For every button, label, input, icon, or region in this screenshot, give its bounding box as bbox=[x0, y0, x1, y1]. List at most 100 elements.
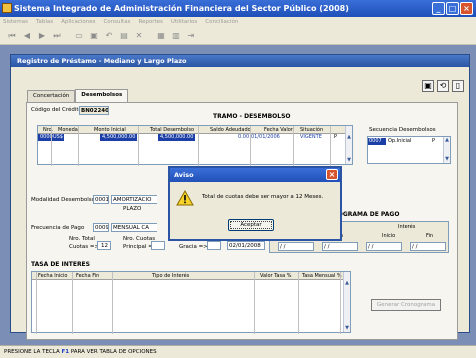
app-icon bbox=[2, 3, 12, 13]
col-moneda: Moneda bbox=[58, 127, 78, 133]
menu-item-conciliacion[interactable]: Conciliación bbox=[205, 17, 238, 27]
codigo-field[interactable]: BN02240 bbox=[79, 106, 109, 115]
generar-cronograma-button[interactable]: Generar Cronograma bbox=[371, 299, 441, 311]
col-fecha-valor: Fecha Valor bbox=[264, 127, 293, 133]
save-form-icon[interactable]: ▣ bbox=[422, 80, 434, 92]
col-tipo-interes: Tipo de Interés bbox=[152, 273, 190, 279]
refresh-icon[interactable]: ⟲ bbox=[437, 80, 449, 92]
dialog-title: Aviso bbox=[174, 171, 194, 179]
tramo-grid[interactable]: Nro. Moneda Monto Inicial Total Desembol… bbox=[37, 125, 353, 166]
cell-total-desembolso[interactable]: 4,500,000.00 bbox=[158, 134, 196, 141]
modalidad-field-line2: PLAZO bbox=[123, 206, 142, 212]
form-actions: ▣ ⟲ ▯ bbox=[422, 80, 464, 92]
menu-item-tablas[interactable]: Tablas bbox=[36, 17, 53, 27]
cronograma-principal-inicio[interactable]: / / bbox=[278, 242, 314, 251]
cuotas-principal-field[interactable] bbox=[151, 241, 165, 250]
cell-flag[interactable]: P bbox=[334, 134, 337, 141]
scroll-down-icon[interactable]: ▼ bbox=[444, 156, 450, 163]
secuencia-title: Secuencia Desembolsos bbox=[369, 127, 436, 133]
dialog-close-button[interactable]: × bbox=[326, 169, 338, 180]
secuencia-flag[interactable]: P bbox=[432, 138, 435, 145]
scroll-down-icon[interactable]: ▼ bbox=[346, 157, 352, 164]
aceptar-button[interactable]: Aceptar bbox=[228, 219, 274, 231]
secuencia-tipo[interactable]: Op.Inicial bbox=[388, 138, 411, 145]
cronograma-interes-inicio[interactable]: / / bbox=[366, 242, 402, 251]
window-controls: _ □ × bbox=[432, 2, 473, 15]
cronograma-principal-fin[interactable]: / / bbox=[322, 242, 358, 251]
close-button[interactable]: × bbox=[460, 2, 473, 15]
frecuencia-label: Frecuencia de Pago bbox=[31, 225, 85, 231]
previous-record-icon[interactable]: ◀ bbox=[21, 30, 33, 42]
secuencia-scrollbar[interactable]: ▲ ▼ bbox=[443, 137, 450, 163]
cell-saldo[interactable]: 0.00 bbox=[238, 134, 249, 141]
save-icon[interactable]: ▣ bbox=[88, 30, 100, 42]
status-key: F1 bbox=[61, 349, 70, 355]
status-bar: PRESIONE LA TECLA F1 PARA VER TABLA DE O… bbox=[0, 345, 476, 358]
next-record-icon[interactable]: ▶ bbox=[36, 30, 48, 42]
frecuencia-code-field[interactable]: 0009 bbox=[93, 223, 109, 232]
tramo-title: TRAMO - DESEMBOLSO bbox=[213, 113, 291, 120]
scroll-up-icon[interactable]: ▲ bbox=[346, 134, 352, 141]
first-record-icon[interactable]: ⏮ bbox=[6, 30, 18, 42]
menu-item-consultas[interactable]: Consultas bbox=[103, 17, 130, 27]
secuencia-code[interactable]: 0007 bbox=[369, 138, 382, 145]
gracia-label: Gracia => bbox=[179, 244, 208, 250]
menu-item-utilitarios[interactable]: Utilitarios bbox=[171, 17, 197, 27]
cell-moneda[interactable]: US$ bbox=[53, 134, 63, 141]
exit-icon[interactable]: ⇥ bbox=[185, 30, 197, 42]
col-fecha-inicio: Fecha Inicio bbox=[38, 273, 68, 279]
scroll-up-icon[interactable]: ▲ bbox=[444, 137, 450, 144]
codigo-label: Código del Crédito bbox=[31, 107, 82, 113]
status-prefix: PRESIONE LA TECLA bbox=[4, 349, 60, 355]
col-valor-tasa: Valor Tasa % bbox=[260, 273, 292, 279]
toolbar: ⏮ ◀ ▶ ⏭ ▭ ▣ ↶ ▤ ✕ ▦ ▥ ⇥ bbox=[0, 27, 476, 45]
col-monto-inicial: Monto Inicial bbox=[94, 127, 126, 133]
scroll-down-icon[interactable]: ▼ bbox=[344, 325, 350, 332]
form-tabs: Concertación Desembolsos bbox=[27, 89, 129, 102]
col-tasa-mensual: Tasa Mensual % bbox=[302, 273, 342, 279]
cell-monto-inicial[interactable]: 4,500,000.00 bbox=[100, 134, 138, 141]
last-record-icon[interactable]: ⏭ bbox=[51, 30, 63, 42]
print-icon[interactable]: ▤ bbox=[118, 30, 130, 42]
tramo-grid-scrollbar[interactable]: ▲ ▼ bbox=[345, 126, 352, 164]
dialog-title-bar: Aviso × bbox=[170, 168, 340, 182]
undo-icon[interactable]: ↶ bbox=[103, 30, 115, 42]
col-fecha-fin: Fecha Fin bbox=[76, 273, 100, 279]
status-suffix: PARA VER TABLA DE OPCIONES bbox=[70, 349, 157, 355]
exit-form-icon[interactable]: ▯ bbox=[452, 80, 464, 92]
cuotas-gracia-field[interactable] bbox=[207, 241, 221, 250]
cronograma-col-interes: Interés bbox=[398, 224, 416, 230]
cronograma-interes-fin[interactable]: / / bbox=[410, 242, 446, 251]
fecha-inicio-field[interactable]: 02/01/2008 bbox=[227, 241, 265, 250]
delete-icon[interactable]: ✕ bbox=[133, 30, 145, 42]
tasa-grid-scrollbar[interactable]: ▲ ▼ bbox=[343, 272, 350, 332]
cuotas-field[interactable]: 12 bbox=[97, 241, 111, 250]
cell-fecha-valor[interactable]: 01/01/2006 bbox=[251, 134, 280, 141]
tab-concertacion[interactable]: Concertación bbox=[27, 90, 76, 102]
cuotas-label: Cuotas => bbox=[69, 244, 100, 250]
modalidad-label: Modalidad Desembolso bbox=[31, 197, 95, 203]
tab-desembolsos[interactable]: Desembolsos bbox=[75, 89, 129, 102]
col-situacion: Situación bbox=[300, 127, 324, 133]
search-icon[interactable]: ▦ bbox=[155, 30, 167, 42]
frecuencia-field[interactable]: MENSUAL CA bbox=[111, 223, 157, 232]
new-icon[interactable]: ▭ bbox=[73, 30, 85, 42]
maximize-button[interactable]: □ bbox=[446, 2, 459, 15]
minimize-button[interactable]: _ bbox=[432, 2, 445, 15]
menu-item-sistemas[interactable]: Sistemas bbox=[3, 17, 28, 27]
cronograma-sub-fin2: Fin bbox=[426, 233, 434, 239]
tasa-grid[interactable]: Fecha Inicio Fecha Fin Tipo de Interés V… bbox=[31, 271, 351, 334]
modalidad-code-field[interactable]: 0001 bbox=[93, 195, 109, 204]
app-title-bar: Sistema Integrado de Administración Fina… bbox=[0, 0, 476, 17]
form-title: Registro de Préstamo - Mediano y Largo P… bbox=[11, 55, 469, 67]
secuencia-grid[interactable]: 0007 Op.Inicial P ▲ ▼ bbox=[367, 136, 451, 164]
cronograma-sub-inicio: Inicio bbox=[382, 233, 396, 239]
app-title: Sistema Integrado de Administración Fina… bbox=[14, 4, 349, 13]
scroll-up-icon[interactable]: ▲ bbox=[344, 280, 350, 287]
cell-situacion[interactable]: VIGENTE bbox=[300, 134, 322, 141]
menu-item-reportes[interactable]: Reportes bbox=[138, 17, 162, 27]
lock-icon[interactable]: ▥ bbox=[170, 30, 182, 42]
nro-total-label: Nro. Total bbox=[69, 236, 95, 242]
modalidad-field[interactable]: AMORTIZACIO bbox=[111, 195, 157, 204]
menu-item-aplicaciones[interactable]: Aplicaciones bbox=[61, 17, 95, 27]
